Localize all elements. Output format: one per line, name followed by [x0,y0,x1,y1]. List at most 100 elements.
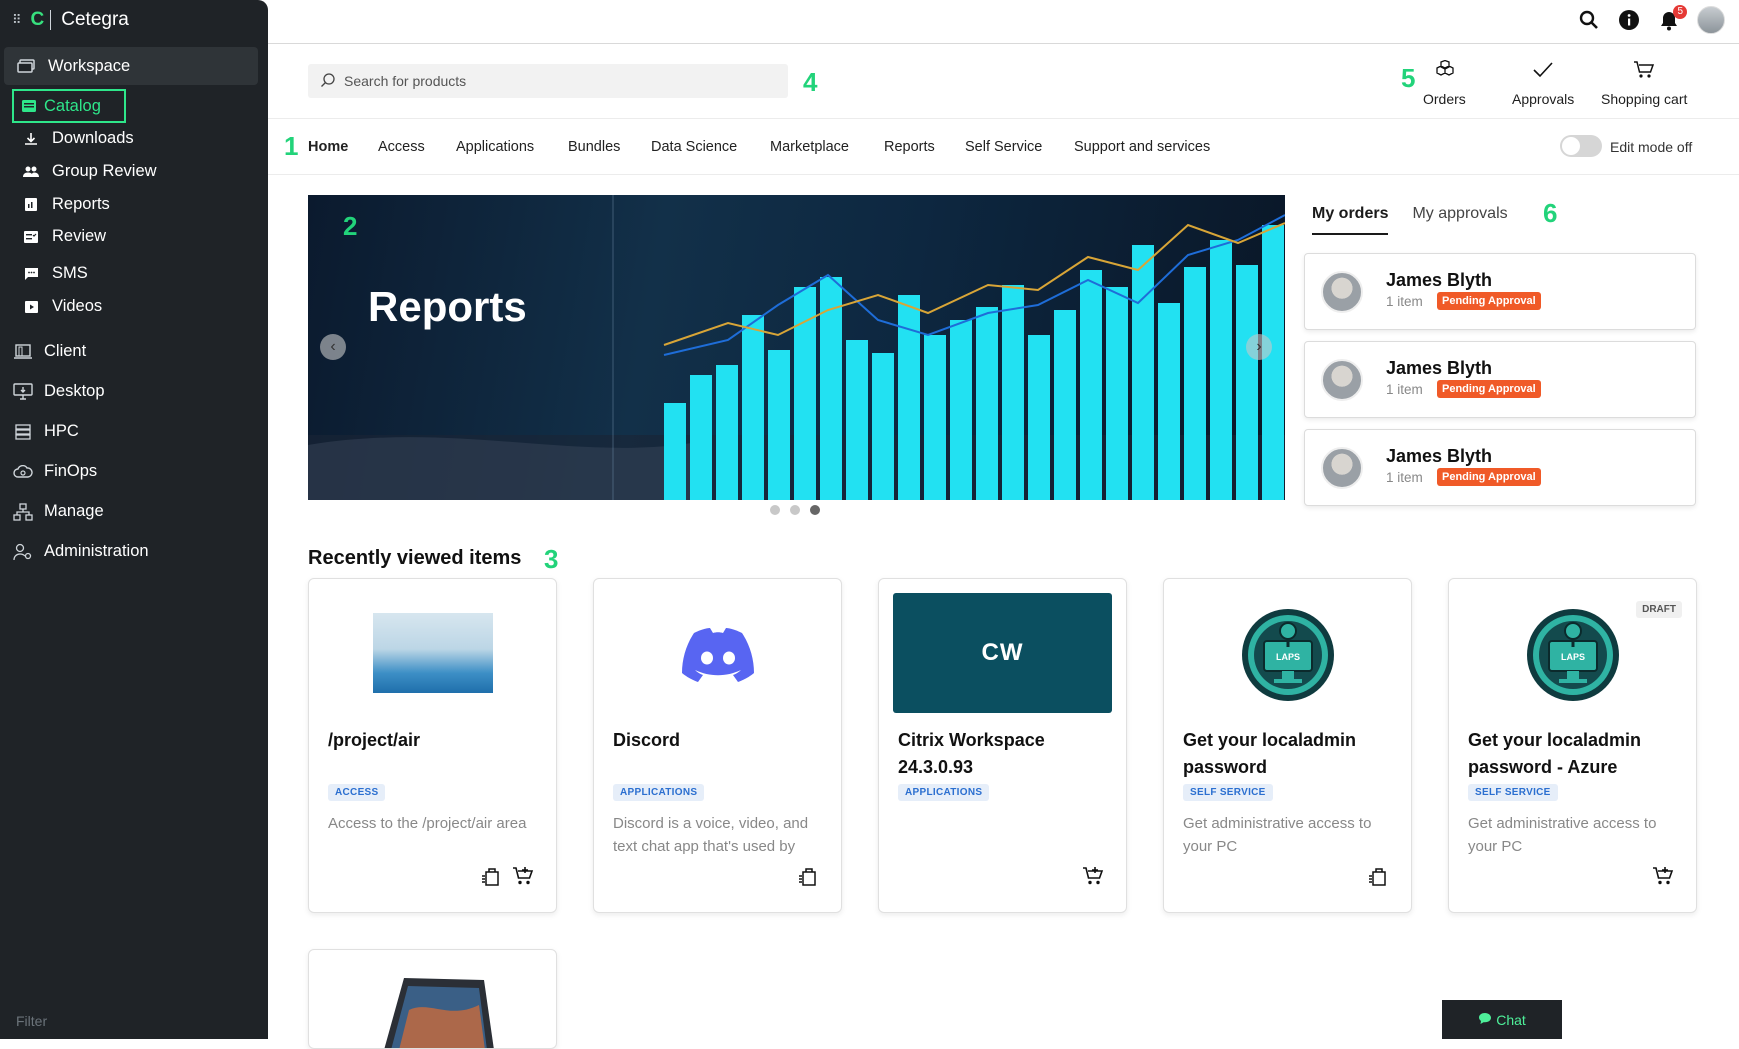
sidebar-item-label: Workspace [48,56,131,75]
edit-mode-toggle[interactable] [1560,135,1602,157]
order-item-count: 1 item [1386,470,1423,485]
sidebar-item-manage[interactable]: Manage [0,502,268,521]
chat-label: Chat [1496,1011,1526,1028]
sidebar-item-label: Reports [52,195,110,213]
card-actions [1652,865,1674,892]
laptop-image [384,978,494,1048]
tab-applications[interactable]: Applications [456,139,534,155]
sidebar-item-client[interactable]: Client [0,342,268,361]
sidebar-filter-input[interactable]: Filter [16,1013,47,1029]
catalog-card-discord[interactable]: Discord APPLICATIONS Discord is a voice,… [593,578,842,913]
sidebar-item-administration[interactable]: Administration [0,542,268,561]
tab-my-orders[interactable]: My orders [1312,205,1389,235]
review-icon [20,230,42,243]
status-badge: Pending Approval [1437,468,1541,486]
card-title: /project/air [328,730,421,750]
tab-marketplace[interactable]: Marketplace [770,139,849,155]
card-title: Citrix Workspace 24.3.0.93 [898,730,1045,777]
carousel-dot-active[interactable] [810,505,820,515]
catalog-card-localadmin-password[interactable]: LAPS Get your localadmin password SELF S… [1163,578,1412,913]
tab-bundles[interactable]: Bundles [568,139,620,155]
add-to-cart-icon[interactable] [512,865,534,892]
sidebar-item-group-review[interactable]: Group Review [0,162,268,181]
laps-logo-text: LAPS [1561,652,1585,662]
notifications-icon[interactable]: 5 [1657,5,1687,32]
workspace-icon [16,58,38,74]
search-icon[interactable] [1577,8,1601,32]
tab-data-science[interactable]: Data Science [651,139,737,155]
draft-badge: DRAFT [1636,601,1682,618]
sidebar-item-label: Administration [44,542,149,560]
sidebar-item-videos[interactable]: Videos [0,297,268,316]
order-card[interactable]: James Blyth 1 item Pending Approval [1304,429,1696,506]
carousel-prev-button[interactable]: ‹ [320,334,346,360]
approvals-button[interactable]: Approvals [1512,60,1574,107]
sidebar-item-finops[interactable]: FinOps [0,462,268,481]
admin-icon [12,543,34,561]
orders-button[interactable]: Orders [1423,59,1466,107]
annotation-2: 2 [343,211,358,241]
add-to-cart-icon[interactable] [1652,865,1674,892]
sidebar-item-downloads[interactable]: Downloads [0,129,268,148]
catalog-card-laptop[interactable] [308,949,557,1049]
chat-button[interactable]: Chat [1442,1000,1562,1039]
orders-approvals-tabs: My orders My approvals [1312,205,1508,235]
sidebar-item-desktop[interactable]: Desktop [0,382,268,401]
sidebar-item-sms[interactable]: SMS [0,264,268,283]
order-requester: James Blyth [1386,446,1493,466]
sidebar-item-reports[interactable]: Reports [0,195,268,214]
brand-logo: C [31,10,52,30]
sidebar-item-label: FinOps [44,462,98,480]
user-avatar[interactable] [1697,6,1725,34]
card-title: Get your localadmin password [1183,730,1357,777]
edit-mode-label: Edit mode off [1610,139,1693,155]
add-to-cart-icon[interactable] [1082,865,1104,892]
brand-name: Cetegra [61,9,129,30]
cloud-cost-icon [12,464,34,479]
tab-reports[interactable]: Reports [884,139,935,155]
sidebar: ⠿ C Cetegra Workspace Catalog Downloads … [0,0,268,1039]
info-icon[interactable] [1617,8,1641,32]
search-placeholder: Search for products [344,73,467,89]
order-card[interactable]: James Blyth 1 item Pending Approval [1304,341,1696,418]
carousel-next-button[interactable]: › [1246,334,1272,360]
download-icon [20,132,42,146]
catalog-card-localadmin-password-azure[interactable]: DRAFT LAPS Get your localadmin password … [1448,578,1697,913]
order-card[interactable]: James Blyth 1 item Pending Approval [1304,253,1696,330]
catalog-card-project-air[interactable]: /project/air ACCESS Access to the /proje… [308,578,557,913]
status-badge: Pending Approval [1437,380,1541,398]
server-icon [12,423,34,440]
tab-support-and-services[interactable]: Support and services [1074,139,1210,155]
sidebar-item-label: Videos [52,297,103,315]
sidebar-item-hpc[interactable]: HPC [0,422,268,441]
category-tag: SELF SERVICE [1468,784,1558,801]
request-icon[interactable] [797,865,819,892]
product-search-input[interactable]: Search for products [308,64,788,98]
catalog-card-citrix-workspace[interactable]: CW Citrix Workspace 24.3.0.93 APPLICATIO… [878,578,1127,913]
carousel-dot[interactable] [770,505,780,515]
shopping-cart-button[interactable]: Shopping cart [1601,60,1687,107]
app-grid-icon[interactable]: ⠿ [12,12,21,28]
chat-icon [1478,1012,1492,1028]
sidebar-item-workspace[interactable]: Workspace [4,47,258,85]
sidebar-item-catalog[interactable]: Catalog [12,89,126,123]
request-icon[interactable] [1367,865,1389,892]
carousel-dot[interactable] [790,505,800,515]
card-actions [1367,865,1389,892]
sidebar-item-label: HPC [44,422,79,440]
tab-home[interactable]: Home [308,139,348,155]
request-icon[interactable] [480,865,502,892]
status-badge: Pending Approval [1437,292,1541,310]
card-actions [1082,865,1104,892]
sidebar-item-label: Group Review [52,162,157,180]
tab-my-approvals[interactable]: My approvals [1412,205,1507,235]
tab-access[interactable]: Access [378,139,425,155]
notification-badge: 5 [1673,5,1687,19]
laps-logo: LAPS [1240,607,1336,703]
avatar [1321,271,1363,313]
sidebar-item-review[interactable]: Review [0,227,268,246]
hero-carousel: Reports 2 ‹ › [308,195,1285,500]
checkmark-icon [1532,60,1554,83]
tab-self-service[interactable]: Self Service [965,139,1042,155]
card-description: Access to the /project/air area [328,815,527,832]
